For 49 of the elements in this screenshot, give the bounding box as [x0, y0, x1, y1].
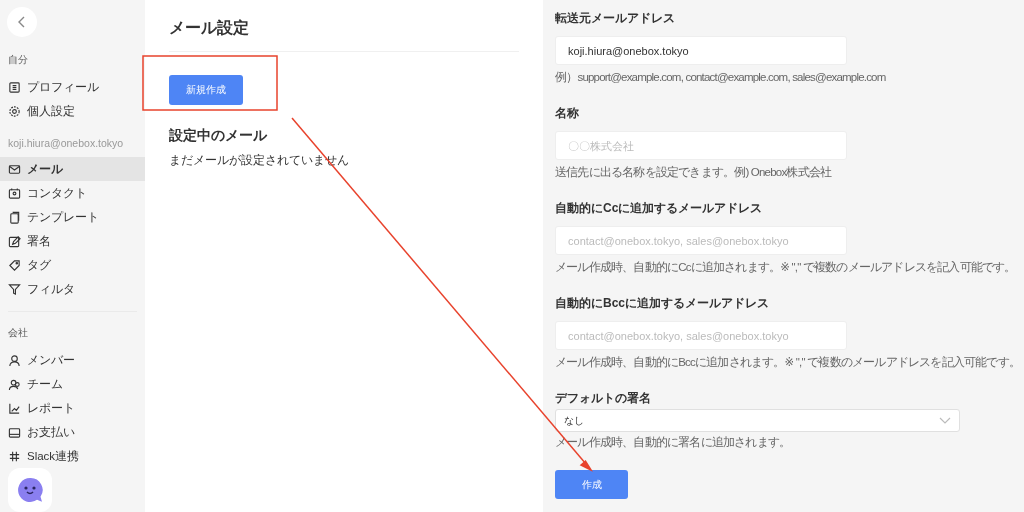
input-field[interactable]: koji.hiura@onebox.tokyo — [555, 36, 848, 65]
sidebar-item[interactable]: 署名 — [0, 229, 145, 253]
contact-card-icon — [8, 186, 21, 200]
sidebar-item[interactable]: プロフィール — [0, 75, 145, 99]
chart-icon — [8, 401, 21, 415]
hash-icon — [8, 449, 21, 463]
field-label: デフォルトの署名 — [555, 390, 652, 407]
select-field[interactable]: なし — [555, 409, 961, 432]
field-hint: メール作成時、自動的にCcに追加されます。※ "," で複数のメールアドレスを記入可能です。 — [555, 260, 1016, 275]
field-label: 自動的にBccに追加するメールアドレス — [555, 295, 770, 312]
field-hint: メール作成時、自動的にBccに追加されます。※ "," で複数のメールアドレスを記入可能です。 — [555, 355, 1020, 370]
envelope-icon — [8, 162, 21, 176]
input-field[interactable]: contact@onebox.tokyo, sales@onebox.tokyo — [555, 321, 848, 350]
chat-bubble-icon — [16, 476, 44, 504]
page-title: メール設定 — [169, 18, 520, 52]
field-label: 名称 — [555, 105, 580, 122]
sidebar-item[interactable]: フィルタ — [0, 277, 145, 301]
gear-icon — [8, 104, 21, 118]
new-button[interactable]: 新規作成 — [169, 75, 243, 105]
section-heading: koji.hiura@onebox.tokyo — [7, 136, 125, 151]
chevron-down-icon — [939, 416, 952, 425]
input-field[interactable]: contact@onebox.tokyo, sales@onebox.tokyo — [555, 226, 848, 255]
field-hint: 例）support@example.com, contact@example.com, sales@example.com — [555, 70, 886, 85]
sidebar-item[interactable]: コンタクト — [0, 181, 145, 205]
sidebar-item[interactable]: メール — [0, 157, 145, 181]
sidebar-item[interactable]: メンバー — [0, 348, 145, 372]
chat-bot-button[interactable] — [8, 468, 52, 512]
sidebar-item[interactable]: テンプレート — [0, 205, 145, 229]
person-icon — [8, 353, 21, 367]
card-icon — [8, 425, 21, 439]
sidebar-item[interactable]: タグ — [0, 253, 145, 277]
field-label: 転送元メールアドレス — [555, 10, 676, 27]
section-heading: 自分 — [7, 53, 29, 67]
field-label: 自動的にCcに追加するメールアドレス — [555, 200, 763, 217]
filter-icon — [8, 282, 21, 296]
tag-icon — [8, 258, 21, 272]
section-heading: 会社 — [7, 326, 29, 340]
create-button[interactable]: 作成 — [555, 470, 629, 499]
sidebar-item[interactable]: チーム — [0, 372, 145, 396]
team-icon — [8, 377, 21, 391]
document-icon — [8, 210, 21, 224]
sidebar-item[interactable]: Slack連携 — [0, 444, 145, 468]
section-title: 設定中のメール — [169, 127, 268, 145]
sidebar-item[interactable]: お支払い — [0, 420, 145, 444]
sidebar-item[interactable]: レポート — [0, 396, 145, 420]
sidebar-item[interactable]: 個人設定 — [0, 99, 145, 123]
list-icon — [8, 80, 21, 94]
field-hint: 送信先に出る名称を設定できます。例) Onebox株式会社 — [555, 165, 832, 180]
edit-icon — [8, 234, 21, 248]
